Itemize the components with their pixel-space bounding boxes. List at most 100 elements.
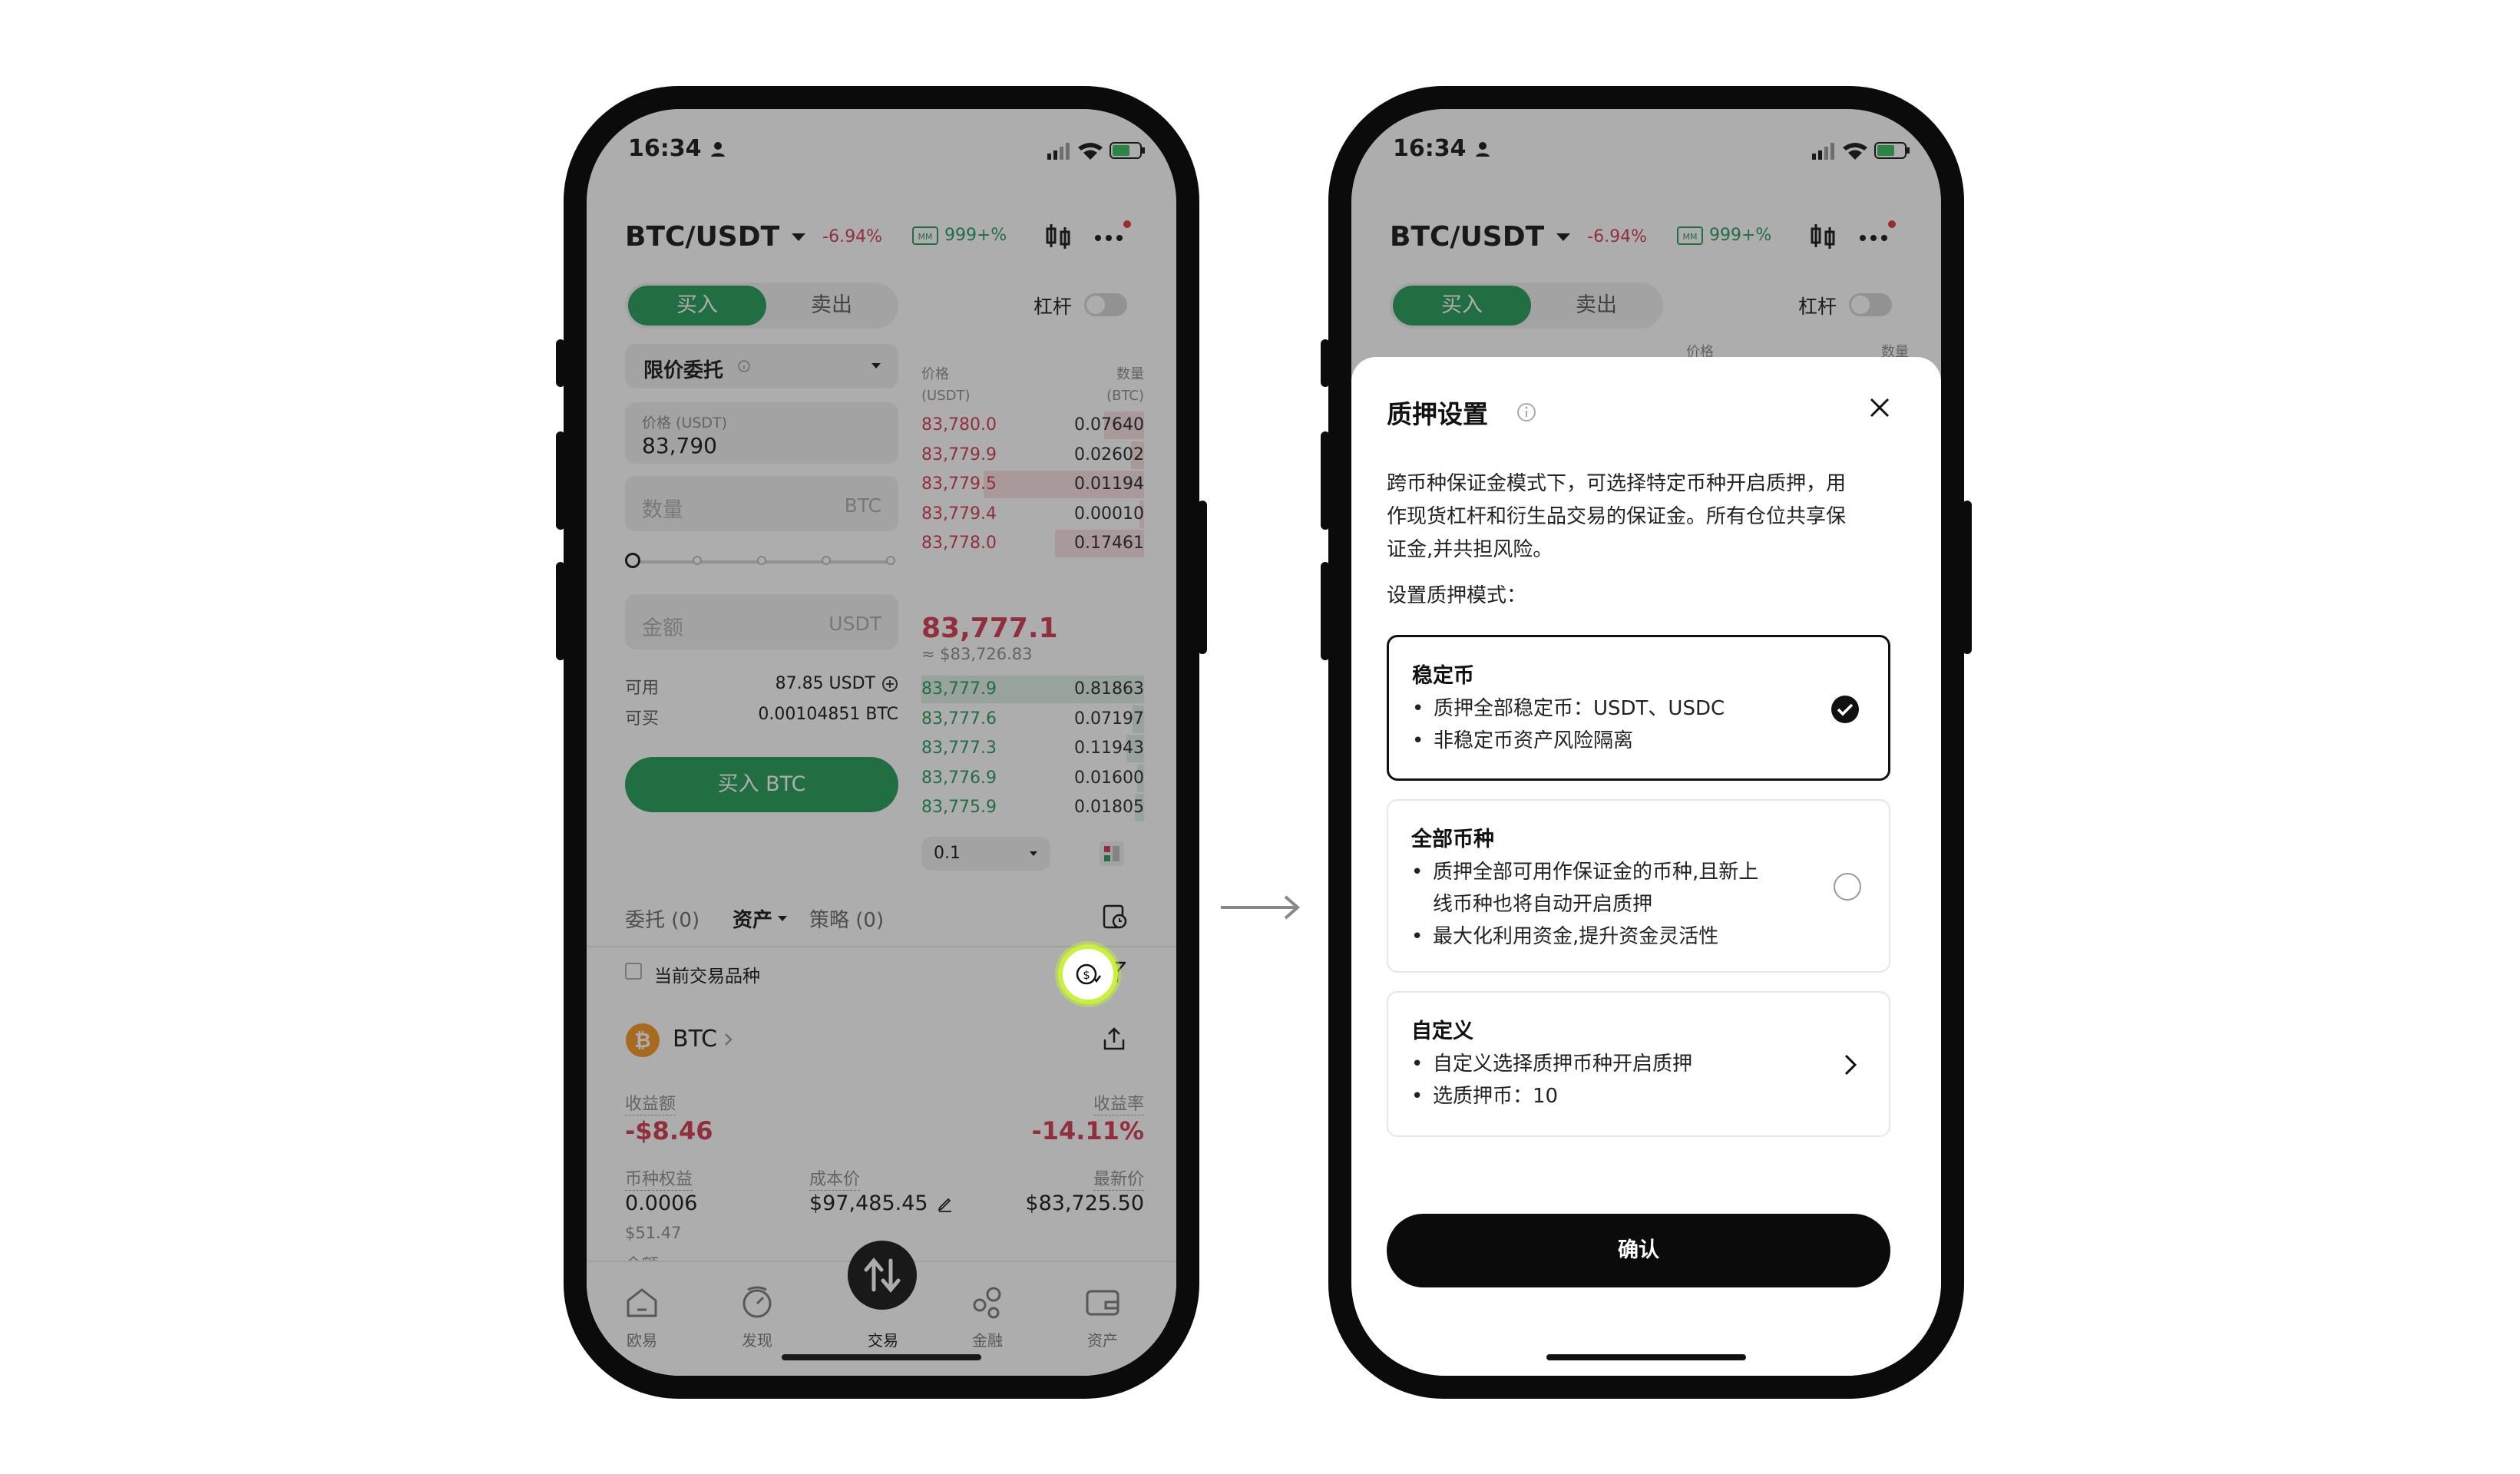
price-input[interactable]: 价格 (USDT) 83,790 [625,402,898,464]
side-button [556,339,565,387]
orderbook-row[interactable]: 83,779.4 0.00010 [921,499,1144,530]
orderbook-qty: 0.01194 [1074,474,1144,494]
orderbook-price: 83,780.0 [921,415,997,435]
candlestick-icon[interactable] [1043,221,1073,252]
orderbook-qty-header: 数量 (BTC) [1106,366,1144,404]
depth-select[interactable]: 0.1 [921,837,1050,871]
info-icon [738,360,750,372]
orderbook-qty: 0.01805 [1074,798,1144,817]
slider-handle[interactable] [625,553,640,568]
orderbook-row[interactable]: 83,776.9 0.01600 [921,763,1144,794]
orderbook-row[interactable]: 83,779.5 0.01194 [921,469,1144,500]
caret-down-icon [778,915,788,921]
info-icon[interactable] [1516,402,1537,423]
orderbook-row[interactable]: 83,778.0 0.17461 [921,528,1144,559]
mode-label: 设置质押模式： [1387,584,1527,607]
collateral-settings-button[interactable]: $ [1058,944,1118,1004]
pnl-label: 收益额 [625,1090,676,1115]
orderbook-row[interactable]: 83,775.9 0.01805 [921,792,1144,823]
pnl-rate-value: -14.11% [1031,1116,1144,1145]
orderbook-row[interactable]: 83,777.9 0.81863 [921,674,1144,705]
quantity-input[interactable]: 数量 BTC [625,476,898,531]
orderbook-qty: 0.17461 [1074,534,1144,553]
chevron-right-icon [1844,1054,1857,1076]
tab-strategy[interactable]: 策略 (0) [809,904,884,933]
available-value: 87.85 USDT [776,674,898,693]
transfer-icon[interactable] [881,676,898,692]
discover-icon[interactable] [737,1282,777,1322]
order-history-icon[interactable] [1101,903,1129,930]
orderbook-row[interactable]: 83,777.3 0.11943 [921,733,1144,764]
slider-stop[interactable] [822,556,831,565]
slider-stop[interactable] [886,556,895,565]
slider-stop[interactable] [757,556,766,565]
nav-label-trade: 交易 [868,1331,898,1350]
cost-value[interactable]: $97,485.45 [809,1191,954,1215]
more-icon[interactable] [1090,218,1133,252]
status-bar: 16:34 [628,135,728,162]
amount-input[interactable]: 金额 USDT [625,594,898,649]
orderbook-row[interactable]: 83,777.6 0.07197 [921,704,1144,735]
current-pair-checkbox[interactable] [625,963,642,980]
orderbook-row[interactable]: 83,779.9 0.02602 [921,440,1144,471]
home-icon[interactable] [622,1282,662,1322]
finance-icon[interactable] [967,1282,1007,1322]
orderbook-layout-icon[interactable] [1098,840,1126,868]
share-icon[interactable] [1101,1026,1127,1052]
asset-btc-link[interactable]: BTC [673,1026,734,1053]
btc-icon: ₿ [626,1023,660,1057]
wallet-icon[interactable] [1083,1282,1123,1322]
orderbook-qty: 0.07640 [1074,415,1144,435]
side-button [1963,501,1972,654]
orderbook-price: 83,778.0 [921,534,997,553]
pair-selector[interactable]: BTC/USDT -6.94% [625,221,882,253]
nav-label-assets: 资产 [1087,1331,1118,1350]
side-button [1321,431,1330,530]
option-all-coins[interactable]: 全部币种 • 质押全部可用作保证金的币种,且新上 线币种也将自动开启质押 • 最大化… [1387,799,1890,973]
collateral-icon: $ [1076,963,1101,985]
signal-wifi-battery-icon [1812,142,1910,160]
pnl-value: -$8.46 [625,1116,713,1145]
sell-tab: 卖出 [1576,293,1617,317]
confirm-button[interactable]: 确认 [1387,1214,1890,1287]
option-custom[interactable]: 自定义 • 自定义选择质押币种开启质押 • 选质押币：10 [1387,991,1890,1137]
current-pair-label: 当前交易品种 [654,967,760,987]
radio-unselected [1834,873,1861,901]
mm-badge[interactable]: MM 999+% [912,226,1007,245]
option-stablecoin[interactable]: 稳定币 • 质押全部稳定币：USDT、USDC • 非稳定币资产风险隔离 [1387,635,1890,781]
equity-value: 0.0006 [625,1191,698,1215]
orderbook-row[interactable]: 83,780.0 0.07640 [921,410,1144,441]
last-price-label: 最新价 [1093,1165,1144,1191]
orderbook-qty: 0.81863 [1074,679,1144,699]
trade-nav-button[interactable] [848,1241,917,1310]
orderbook-price: 83,779.4 [921,504,997,524]
buyable-label: 可买 [625,709,660,729]
sell-tab[interactable]: 卖出 [766,286,897,326]
orderbook-price: 83,779.9 [921,445,997,464]
mm-icon: MM [912,226,938,245]
more-icon [1860,220,1896,241]
buy-tab: 买入 [1393,286,1531,326]
sheet-title: 质押设置 [1387,399,1488,429]
side-button [1198,501,1207,654]
side-button [556,431,565,530]
tab-orders[interactable]: 委托 (0) [625,904,699,933]
tab-assets[interactable]: 资产 [733,904,788,933]
orderbook-price-header: 价格 (USDT) [921,366,971,404]
home-indicator [1546,1354,1746,1360]
buy-btc-button[interactable]: 买入 BTC [625,757,898,812]
side-button [1321,339,1330,387]
mm-badge: MM 999+% [1677,226,1771,245]
status-bar: 16:34 [1393,135,1493,162]
home-indicator [782,1354,981,1360]
person-icon [1475,141,1490,157]
leverage-toggle[interactable] [1084,293,1127,316]
side-button [556,562,565,660]
edit-icon [938,1198,951,1212]
close-icon[interactable] [1867,395,1892,420]
order-type-select[interactable]: 限价委托 [625,344,898,388]
slider-stop[interactable] [693,556,702,565]
leverage-label: 杠杆 [1033,296,1073,318]
buy-tab[interactable]: 买入 [628,286,766,326]
svg-text:MM: MM [1683,232,1698,242]
